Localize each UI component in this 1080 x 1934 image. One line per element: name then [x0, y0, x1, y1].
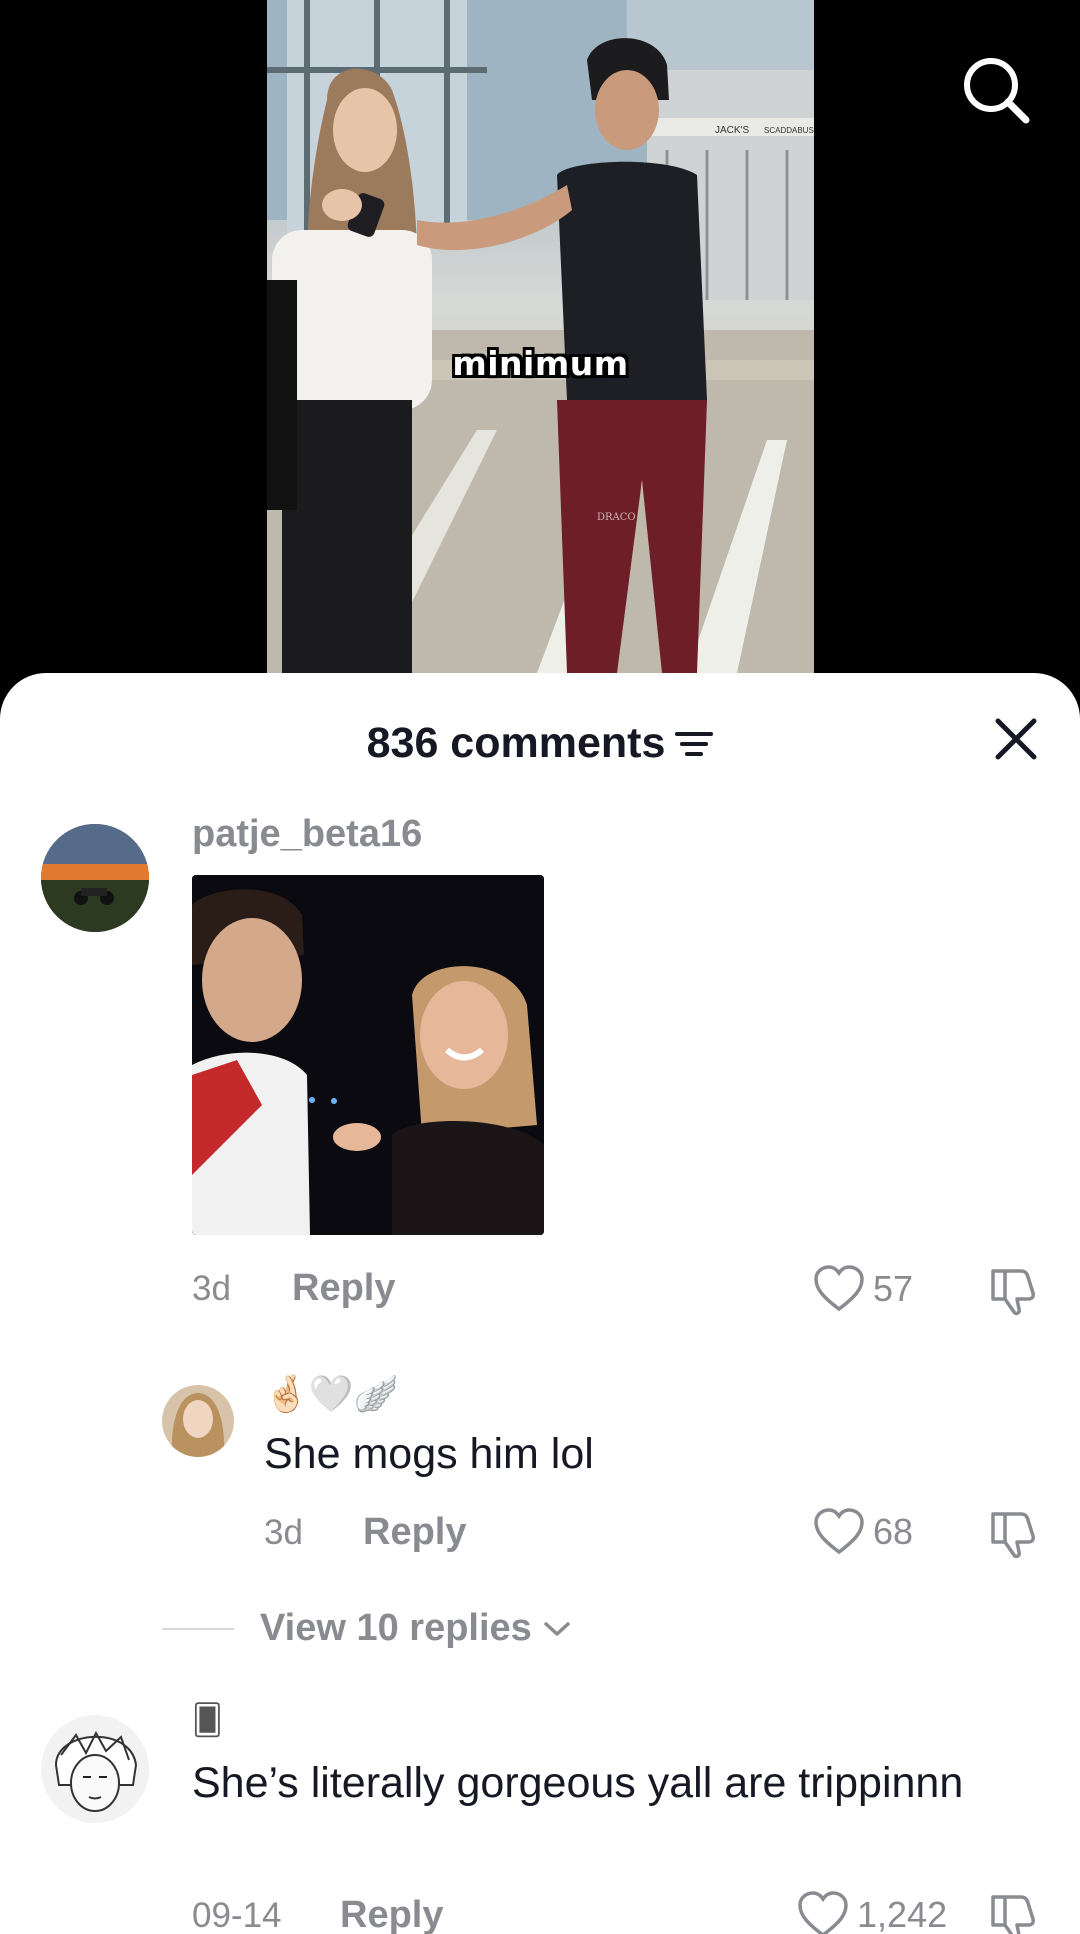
pants-brand: DRACO: [597, 512, 636, 523]
thumbs-down-icon: [991, 1512, 1035, 1559]
like-button[interactable]: 57: [813, 1265, 913, 1313]
like-button[interactable]: 1,242: [797, 1891, 947, 1934]
comment-text: She mogs him lol: [264, 1430, 594, 1478]
reply-button[interactable]: Reply: [292, 1267, 395, 1310]
heart-icon: [814, 1508, 864, 1555]
comments-header: 836 comments: [0, 713, 1080, 771]
avatar[interactable]: [41, 824, 149, 932]
like-button[interactable]: 68: [813, 1508, 913, 1556]
thumbs-down-icon: [991, 1895, 1035, 1934]
dislike-button[interactable]: [987, 1891, 1039, 1934]
dislike-button[interactable]: [987, 1265, 1039, 1317]
comment-username[interactable]: patje_beta16: [192, 813, 422, 856]
like-count: 1,242: [857, 1894, 948, 1934]
comment-time: 09-14: [192, 1896, 282, 1934]
reply-button[interactable]: Reply: [363, 1511, 466, 1554]
storefront-sign-1: JACK'S: [715, 125, 749, 136]
view-replies-button[interactable]: View 10 replies: [162, 1607, 572, 1650]
dislike-button[interactable]: [987, 1508, 1039, 1560]
comment-time: 3d: [264, 1513, 303, 1552]
like-count: 68: [873, 1511, 914, 1552]
comment-username[interactable]: 🂠: [192, 1703, 223, 1738]
heart-icon: [814, 1265, 864, 1312]
comment-username[interactable]: 🤞🏻🤍🪽: [264, 1373, 398, 1415]
heart-icon: [798, 1891, 848, 1934]
search-button[interactable]: [960, 54, 1032, 126]
video-caption: minimum: [452, 344, 629, 383]
avatar[interactable]: [41, 1715, 149, 1823]
avatar[interactable]: [162, 1385, 234, 1457]
reply-button[interactable]: Reply: [340, 1894, 443, 1934]
close-icon: [995, 718, 1037, 760]
comment-time: 3d: [192, 1269, 231, 1308]
video-player[interactable]: JACK'S SCADDABUSH: [0, 0, 1080, 690]
comments-count: 836 comments: [366, 719, 666, 767]
chevron-down-icon: [544, 1621, 570, 1636]
comments-sheet: 836 comments patje_beta16 3d Reply 57 🤞🏻…: [0, 673, 1080, 1934]
like-count: 57: [873, 1268, 914, 1309]
video-frame: JACK'S SCADDABUSH: [267, 0, 814, 673]
storefront-sign-2: SCADDABUSH: [764, 126, 814, 135]
video-scene: JACK'S SCADDABUSH: [267, 0, 814, 673]
close-button[interactable]: [990, 713, 1042, 765]
filter-icon: [675, 731, 714, 756]
sort-filter-button[interactable]: 836 comments: [367, 719, 714, 768]
divider: [162, 1627, 234, 1630]
view-replies-label: View 10 replies: [260, 1607, 532, 1649]
comment-text: She’s literally gorgeous yall are trippi…: [192, 1759, 964, 1807]
search-icon: [964, 58, 1030, 124]
comment-image[interactable]: [192, 875, 544, 1235]
thumbs-down-icon: [991, 1269, 1035, 1316]
